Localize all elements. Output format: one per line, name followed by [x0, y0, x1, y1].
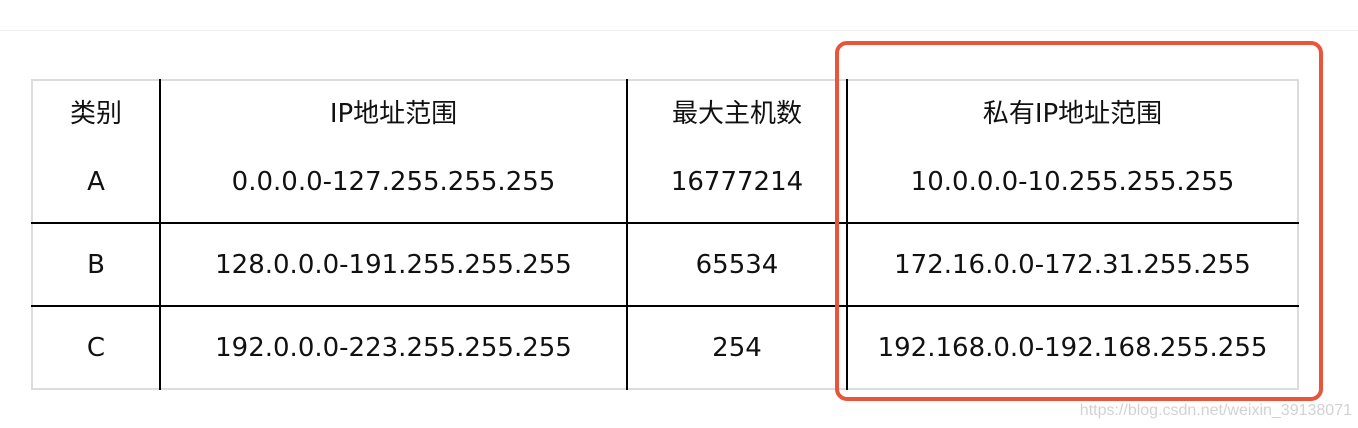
cell-class: B [32, 223, 161, 307]
cell-private-ip-range: 192.168.0.0-192.168.255.255 [877, 332, 1268, 363]
cell-ip-range: 192.0.0.0-223.255.255.255 [160, 306, 628, 389]
cell-max-hosts: 254 [627, 306, 848, 389]
cell-private-ip-range: 172.16.0.0-172.31.255.255 [847, 223, 1298, 307]
top-divider [0, 30, 1358, 31]
cell-class: A [32, 141, 161, 224]
cell-class: C [32, 306, 161, 389]
table-row: B 128.0.0.0-191.255.255.255 65534 172.16… [32, 223, 1298, 307]
table-row: C 192.0.0.0-223.255.255.255 254 192.168.… [32, 306, 1298, 389]
table-header-row: 类别 IP地址范围 最大主机数 私有IP地址范围 [32, 80, 1298, 141]
header-ip-range: IP地址范围 [160, 80, 628, 141]
ip-class-table: 类别 IP地址范围 最大主机数 私有IP地址范围 A 0.0.0.0-127.2… [31, 79, 1299, 390]
cell-ip-range: 128.0.0.0-191.255.255.255 [160, 223, 628, 307]
header-max-hosts: 最大主机数 [627, 80, 848, 141]
header-private-ip-range: 私有IP地址范围 [982, 98, 1163, 129]
cell-max-hosts: 16777214 [627, 141, 848, 224]
watermark-url: https://blog.csdn.net/weixin_39138071 [1079, 402, 1352, 419]
cell-max-hosts: 65534 [627, 223, 848, 307]
cell-private-ip-range: 10.0.0.0-10.255.255.255 [847, 141, 1298, 224]
cell-ip-range: 0.0.0.0-127.255.255.255 [160, 141, 628, 224]
header-class: 类别 [32, 80, 161, 141]
table-row: A 0.0.0.0-127.255.255.255 16777214 10.0.… [32, 141, 1298, 224]
